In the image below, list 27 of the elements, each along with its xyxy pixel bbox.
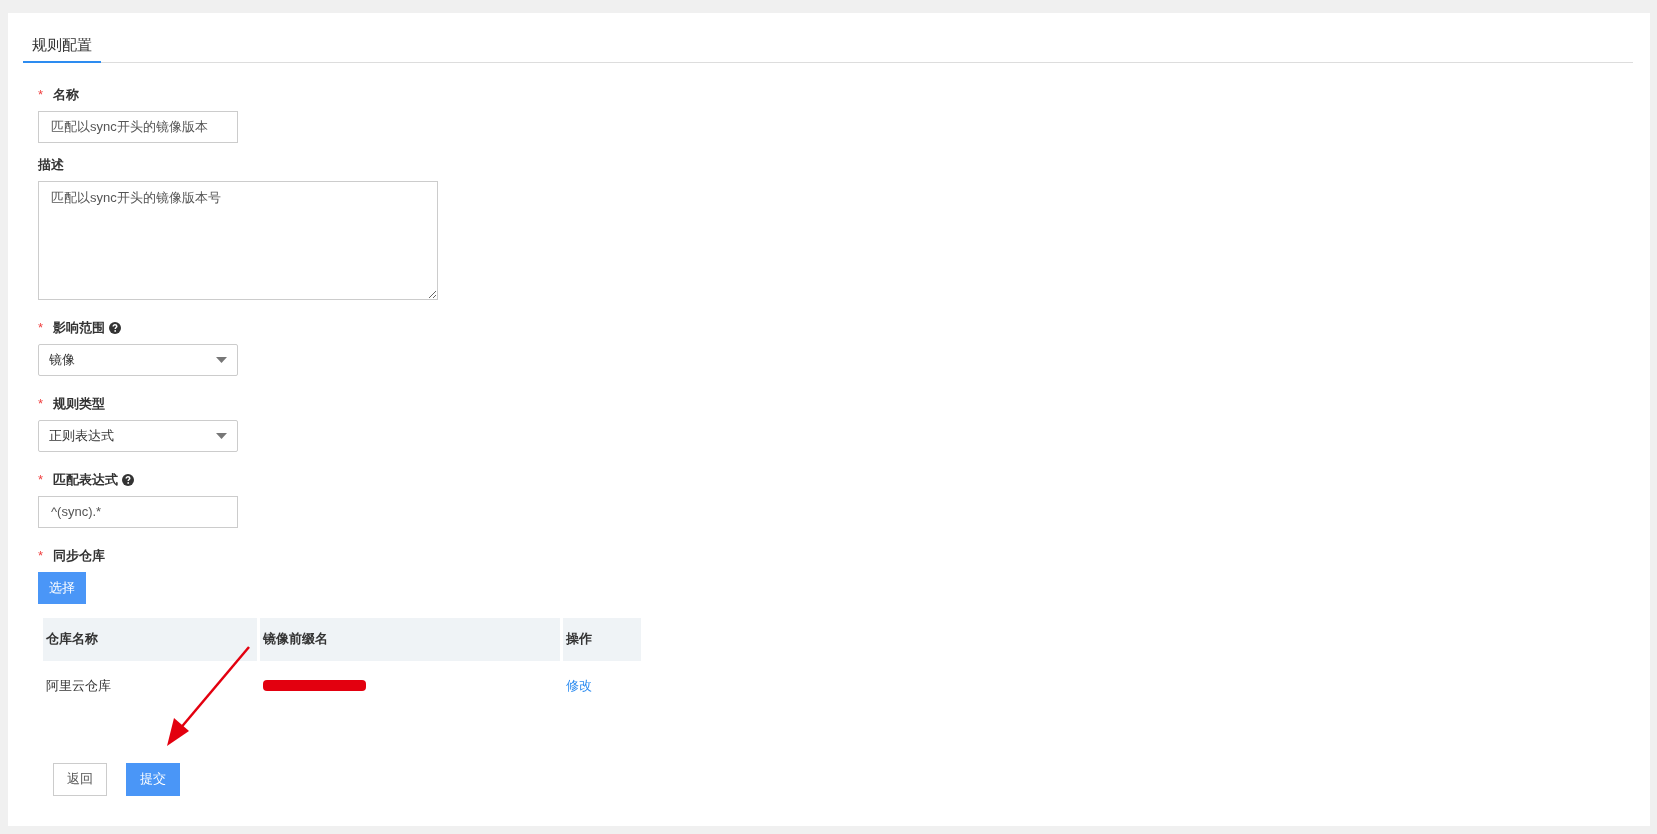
field-label: 描述	[38, 155, 64, 174]
description-field[interactable]: 匹配以sync开头的镜像版本号	[38, 180, 438, 300]
field-label: 规则类型	[53, 394, 106, 413]
required-mark: *	[38, 394, 44, 413]
column-header: 仓库名称	[43, 617, 257, 661]
text-field[interactable]: 匹配以sync开头的镜像版本	[38, 110, 238, 143]
edit-link[interactable]: 修改	[566, 677, 592, 693]
table-cell-text: 阿里云仓库	[45, 676, 112, 695]
required-mark: *	[38, 318, 44, 337]
help-icon	[109, 321, 122, 334]
caret-icon	[216, 432, 227, 439]
dropdown[interactable]: 正则表达式	[38, 419, 238, 452]
required-mark: *	[38, 470, 44, 489]
field-label: 影响范围	[53, 318, 106, 337]
required-mark: *	[38, 546, 44, 565]
column-header: 操作	[563, 617, 641, 661]
column-header: 镜像前缀名	[260, 617, 560, 661]
dropdown[interactable]: 镜像	[38, 343, 238, 376]
tab[interactable]: 规则配置	[23, 34, 101, 63]
field-label: 同步仓库	[53, 546, 106, 565]
help-icon	[122, 473, 135, 486]
back-button[interactable]: 返回	[53, 762, 107, 796]
field-label: 名称	[53, 85, 80, 104]
text-field[interactable]: ^(sync).*	[38, 495, 238, 528]
caret-icon	[216, 356, 227, 363]
field-label: 匹配表达式	[53, 470, 119, 489]
required-mark: *	[38, 85, 44, 104]
